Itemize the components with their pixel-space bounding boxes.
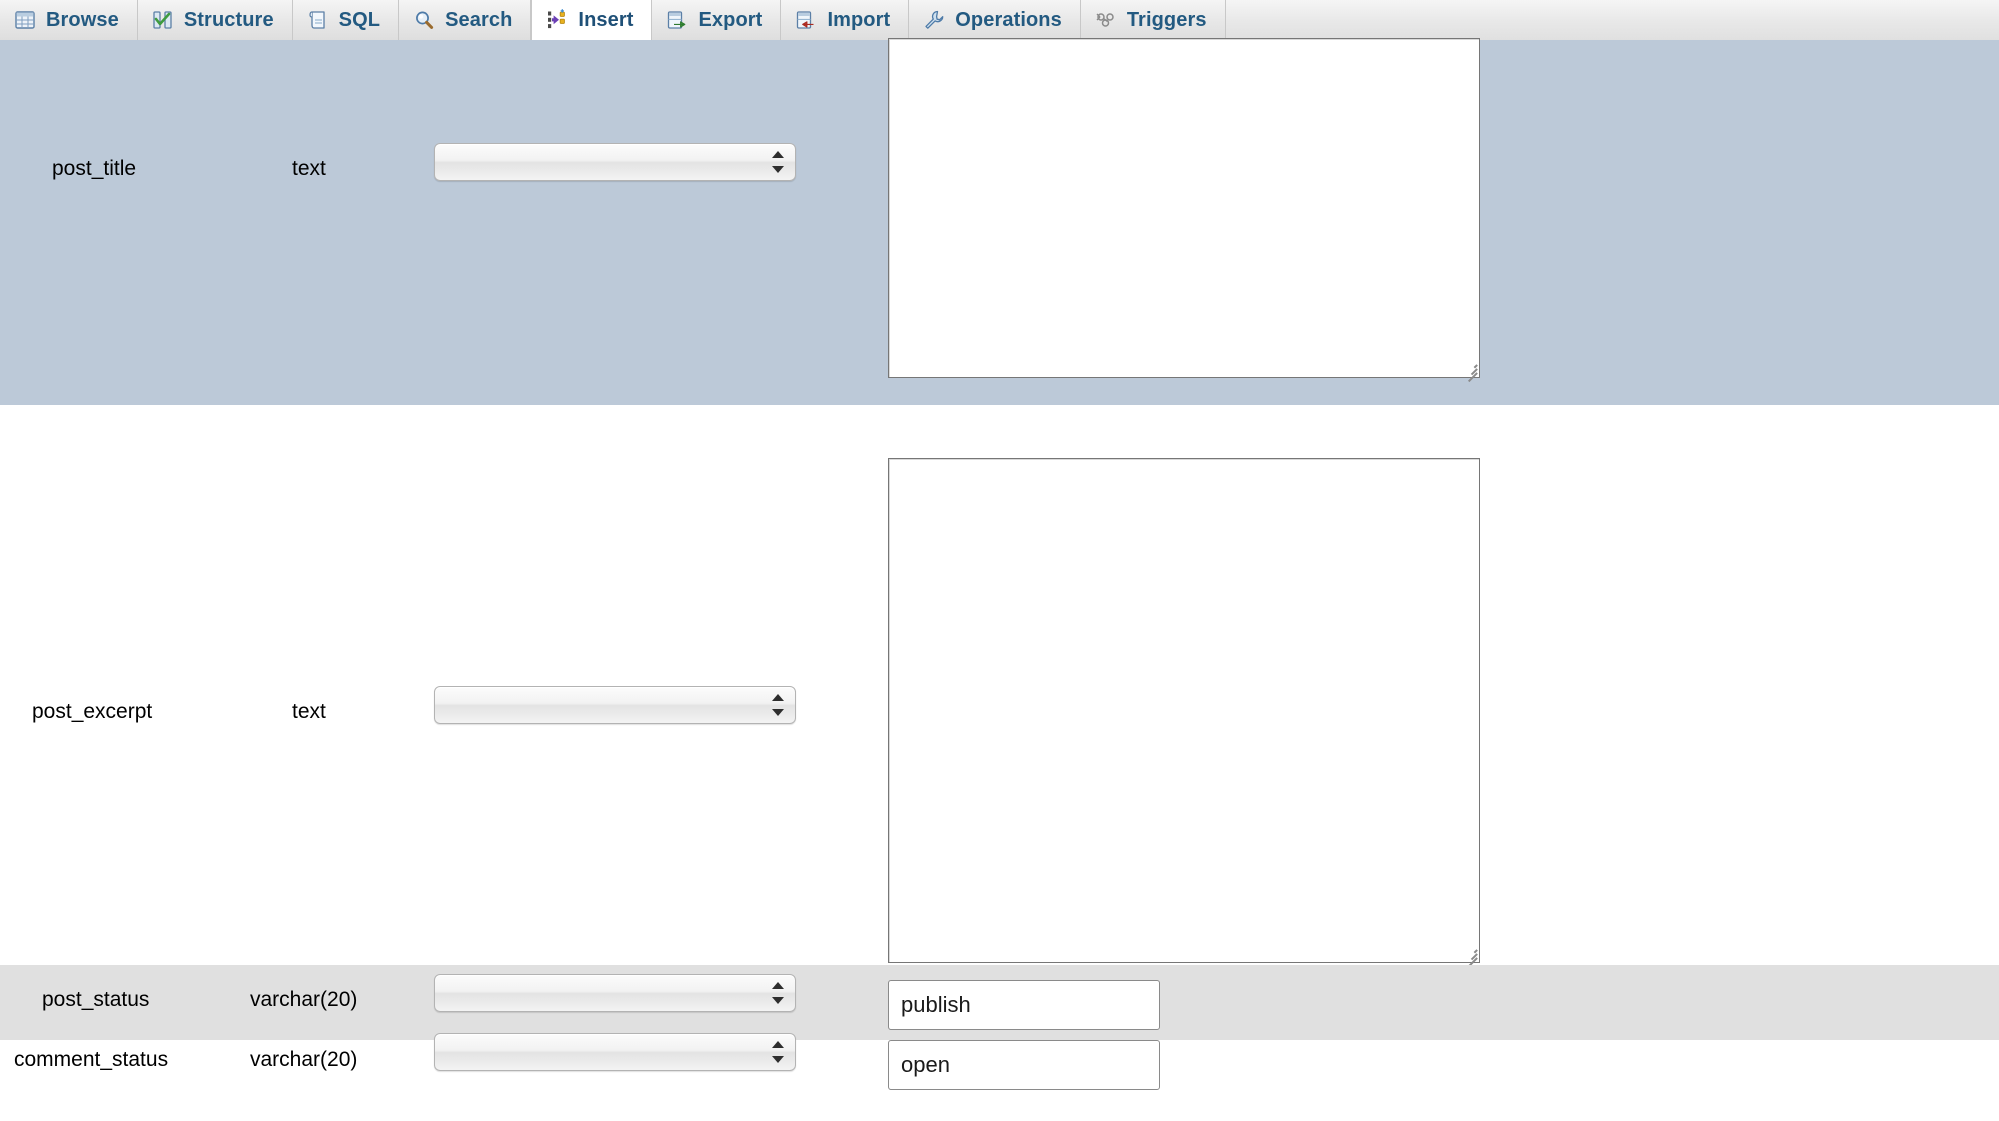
- chevron-updown-icon: [772, 1040, 784, 1064]
- value-cell-post-title: [888, 38, 1480, 382]
- field-name-post-excerpt: post_excerpt: [32, 700, 153, 723]
- field-name-comment-status: comment_status: [14, 1048, 169, 1071]
- function-select-comment-status[interactable]: [434, 1033, 796, 1071]
- chevron-updown-icon: [772, 693, 784, 717]
- function-select-post-excerpt[interactable]: [434, 686, 796, 724]
- field-type-post-excerpt: text: [292, 700, 326, 723]
- table-row: post_title text: [0, 38, 1999, 405]
- insert-field-rows: post_title text post_excerpt text post_s…: [0, 38, 1999, 1121]
- tab-search-label: Search: [445, 8, 513, 31]
- value-cell-post-excerpt: [888, 458, 1480, 967]
- table-row: post_excerpt text: [0, 405, 1999, 967]
- wrench-icon: [923, 9, 945, 31]
- structure-icon: [152, 9, 174, 31]
- tab-browse[interactable]: Browse: [0, 0, 138, 40]
- export-icon: [666, 9, 688, 31]
- magnifier-icon: [413, 9, 435, 31]
- tab-structure-label: Structure: [183, 8, 274, 31]
- tab-browse-label: Browse: [46, 8, 119, 31]
- value-input-post-status[interactable]: [888, 980, 1160, 1030]
- value-cell-post-status: [888, 980, 1160, 1030]
- tab-sql-label: SQL: [338, 8, 381, 31]
- field-type-comment-status: varchar(20): [250, 1048, 358, 1071]
- value-input-comment-status[interactable]: [888, 1040, 1160, 1090]
- function-select-post-title[interactable]: [434, 143, 796, 181]
- value-cell-comment-status: [888, 1040, 1160, 1090]
- tab-triggers[interactable]: Triggers: [1080, 0, 1226, 40]
- function-select-post-status[interactable]: [434, 974, 796, 1012]
- triggers-icon: [1095, 9, 1117, 31]
- field-type-post-status: varchar(20): [250, 988, 358, 1011]
- tab-search[interactable]: Search: [399, 0, 532, 40]
- table-row: post_status varchar(20): [0, 965, 1999, 1040]
- tab-operations-label: Operations: [955, 8, 1062, 31]
- chevron-updown-icon: [772, 981, 784, 1005]
- main-tabbar: Browse Structure SQL Search Insert Expor…: [0, 0, 1999, 40]
- sql-scroll-icon: [307, 9, 329, 31]
- tab-import[interactable]: Import: [781, 0, 910, 40]
- tab-insert[interactable]: Insert: [531, 0, 653, 40]
- tab-structure[interactable]: Structure: [137, 0, 293, 40]
- tab-import-label: Import: [827, 8, 891, 31]
- field-name-post-status: post_status: [42, 988, 150, 1011]
- tabbar-empty-space: [1225, 0, 1999, 40]
- field-name-post-title: post_title: [52, 157, 137, 180]
- import-icon: [795, 9, 817, 31]
- field-type-post-title: text: [292, 157, 326, 180]
- tab-operations[interactable]: Operations: [909, 0, 1081, 40]
- tab-insert-label: Insert: [578, 8, 634, 31]
- tab-triggers-label: Triggers: [1126, 8, 1207, 31]
- table-grid-icon: [14, 9, 36, 31]
- chevron-updown-icon: [772, 150, 784, 174]
- value-textarea-post-excerpt[interactable]: [888, 458, 1480, 963]
- tab-export-label: Export: [698, 8, 763, 31]
- tab-sql[interactable]: SQL: [292, 0, 400, 40]
- insert-row-icon: [546, 9, 568, 31]
- value-textarea-post-title[interactable]: [888, 38, 1480, 378]
- tab-export[interactable]: Export: [652, 0, 782, 40]
